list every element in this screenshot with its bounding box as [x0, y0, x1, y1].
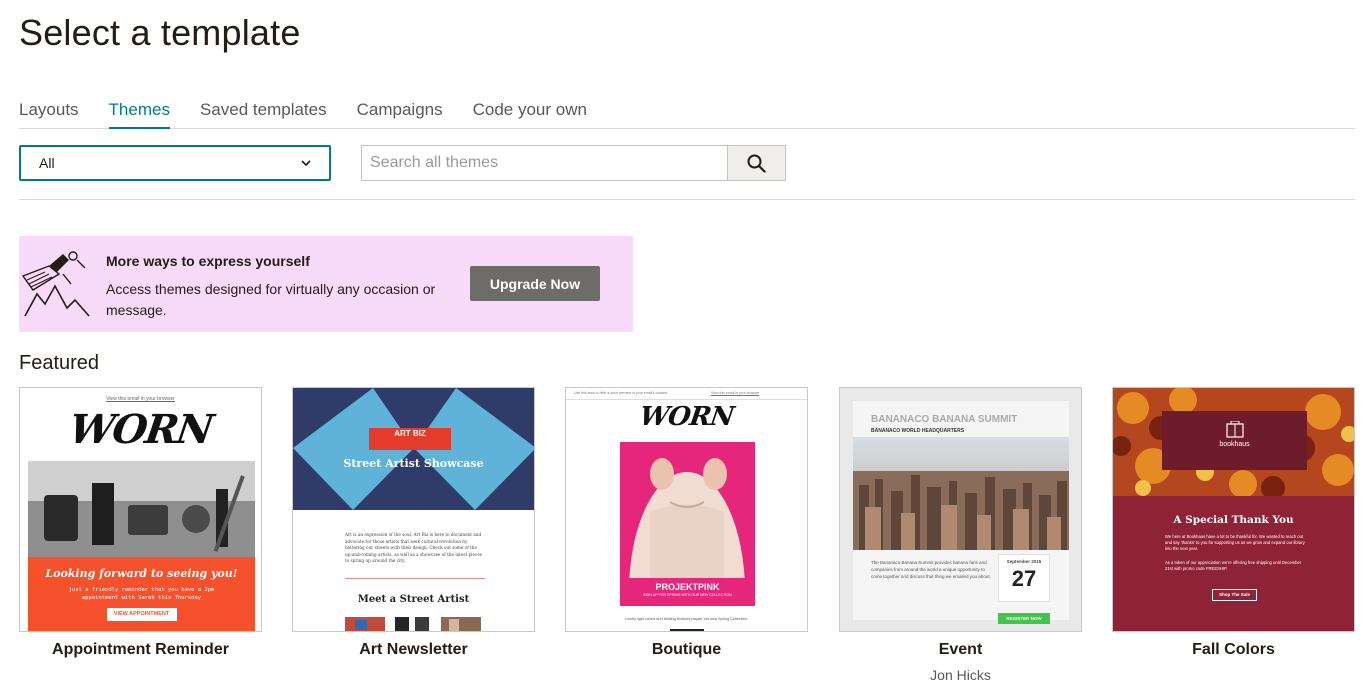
promo-title: More ways to express yourself	[106, 253, 310, 269]
geometric-header-image	[293, 388, 534, 510]
tab-campaigns[interactable]: Campaigns	[357, 96, 443, 129]
template-author: Jon Hicks	[930, 667, 991, 683]
tab-layouts[interactable]: Layouts	[19, 96, 79, 129]
category-filter-value: All	[39, 155, 55, 171]
thumb-button	[670, 629, 704, 631]
tab-saved-templates[interactable]: Saved templates	[200, 96, 327, 129]
model-photo	[620, 442, 755, 578]
thumb-shop-button: Shop The Sale	[1212, 589, 1257, 601]
city-skyline-photo	[853, 437, 1069, 550]
template-card-fall-colors[interactable]: bookhaus A Special Thank You We here at …	[1112, 387, 1355, 659]
thumb-rule	[345, 578, 485, 579]
thumb-subtitle: BANANACO WORLD HEADQUARTERS	[871, 428, 965, 434]
thumb-logo-line1: ART	[394, 429, 411, 438]
thumb-register-button: REGISTER NOW	[998, 613, 1050, 624]
template-card-appointment-reminder[interactable]: View this email in your browser WORN Loo…	[19, 387, 262, 659]
artist-photo-strip	[345, 617, 481, 631]
upgrade-now-button[interactable]: Upgrade Now	[470, 266, 600, 301]
thumb-banner-title: PROJEKTPINK	[655, 582, 720, 592]
thumb-top-text: Use this area to offer a short preview o…	[574, 391, 668, 395]
thumb-body: Art is an expression of the soul. Art Bi…	[345, 532, 482, 563]
thumb-headline: Looking forward to seeing you!	[45, 567, 238, 580]
tab-code-your-own[interactable]: Code your own	[473, 96, 587, 129]
template-name[interactable]: Appointment Reminder	[19, 641, 262, 659]
template-card-boutique[interactable]: Use this area to offer a short preview o…	[565, 387, 808, 659]
theme-search	[361, 145, 786, 181]
template-name[interactable]: Fall Colors	[1112, 641, 1355, 659]
template-name[interactable]: Art Newsletter	[292, 641, 535, 659]
thumb-top-link: View this email in your browser	[711, 391, 760, 395]
thumb-caption: Lovely light colors and thrilling textur…	[625, 617, 748, 621]
upgrade-promo-banner: More ways to express yourself Access the…	[19, 236, 633, 332]
thumb-body: The Bananaco Banana Summit provides bana…	[871, 560, 991, 579]
thumb-headline: A Special Thank You	[1173, 514, 1294, 526]
template-card-event[interactable]: BANANACO BANANA SUMMIT BANANACO WORLD HE…	[839, 387, 1082, 683]
template-tabs: Layouts Themes Saved templates Campaigns…	[19, 96, 1355, 129]
thumb-date-box: September 2015 27	[998, 554, 1050, 602]
makeup-photo	[28, 461, 255, 557]
thumb-headline: Street Artist Showcase	[343, 457, 484, 470]
search-icon	[747, 154, 766, 173]
thumb-top-rule	[566, 399, 807, 400]
thumb-body: We here at Bookhaus have a lot to be tha…	[1165, 534, 1305, 551]
template-thumbnail[interactable]: Use this area to offer a short preview o…	[565, 387, 808, 632]
thumb-body: just a friendly reminder that you have a…	[68, 587, 215, 601]
chevron-down-icon	[301, 159, 311, 166]
category-filter-select[interactable]: All	[19, 145, 331, 181]
search-button[interactable]	[727, 146, 785, 180]
page-title: Select a template	[19, 12, 301, 53]
template-thumbnail[interactable]: View this email in your browser WORN Loo…	[19, 387, 262, 632]
book-logo-icon	[1225, 421, 1244, 438]
thumb-month: September 2015	[1006, 559, 1042, 564]
template-card-art-newsletter[interactable]: ART BIZ Street Artist Showcase Art is an…	[292, 387, 535, 659]
template-name[interactable]: Boutique	[565, 641, 808, 659]
thumb-pink-banner: PROJEKTPINK SIGN UP FOR SPRING WITH OUR …	[620, 578, 755, 606]
thumb-brand: bookhaus	[1219, 441, 1250, 448]
thumb-subheading: Meet a Street Artist	[357, 594, 470, 605]
thumb-orange-panel: Looking forward to seeing you! just a fr…	[28, 557, 255, 631]
featured-section-title: Featured	[19, 352, 100, 374]
template-thumbnail[interactable]: ART BIZ Street Artist Showcase Art is an…	[292, 387, 535, 632]
template-thumbnail[interactable]: bookhaus A Special Thank You We here at …	[1112, 387, 1355, 632]
template-name[interactable]: Event	[839, 641, 1082, 659]
thumb-body-2: As a token of our appreciation we're off…	[1165, 560, 1302, 571]
thumb-browser-link: View this email in your browser	[106, 396, 175, 402]
thumb-title: BANANACO BANANA SUMMIT	[871, 414, 1018, 425]
promo-text: Access themes designed for virtually any…	[106, 281, 436, 318]
thumb-day: 27	[1011, 566, 1037, 591]
thumb-banner-sub: SIGN UP FOR SPRING WITH OUR NEW COLLECTI…	[643, 593, 732, 597]
divider	[19, 199, 1355, 200]
thumb-logo: WORN	[66, 406, 215, 453]
thumb-brand-box: bookhaus	[1162, 411, 1307, 470]
thumb-logo-line2: BIZ	[412, 429, 426, 438]
search-input[interactable]	[362, 146, 727, 180]
template-thumbnail[interactable]: BANANACO BANANA SUMMIT BANANACO WORLD HE…	[839, 387, 1082, 632]
thumb-button: VIEW APPOINTMENT	[106, 608, 177, 621]
thumb-logo: WORN	[637, 402, 736, 432]
tab-themes[interactable]: Themes	[108, 96, 170, 129]
climber-illustration-icon	[21, 251, 90, 317]
